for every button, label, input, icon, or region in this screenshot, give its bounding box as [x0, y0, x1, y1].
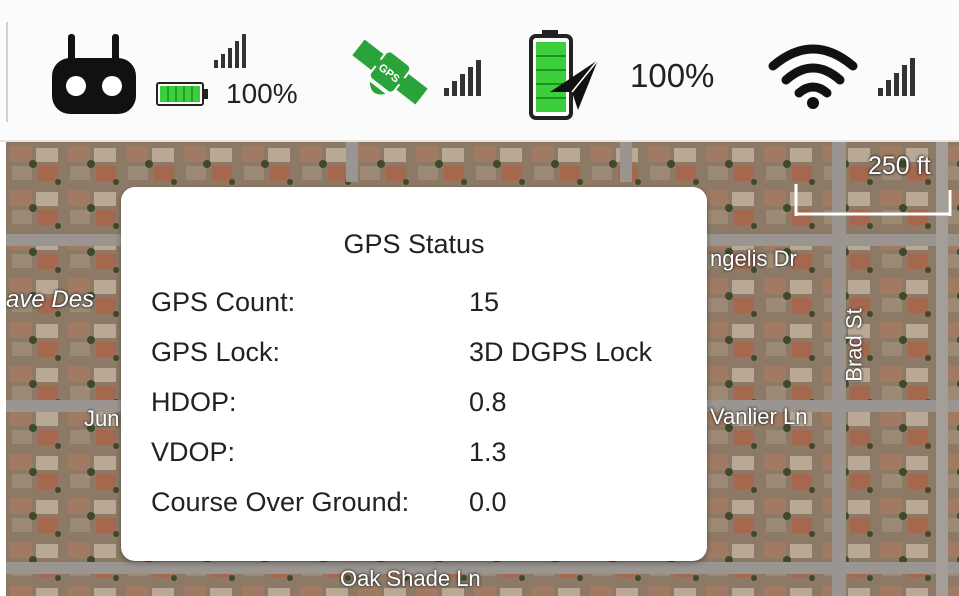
gps-signal-icon	[442, 60, 482, 96]
street-label-vanlier: Vanlier Ln	[710, 404, 808, 429]
course-over-ground-label: Course Over Ground:	[151, 487, 410, 517]
remote-controller-icon[interactable]	[48, 34, 140, 116]
status-bar: 100% GPS 100%	[0, 0, 959, 142]
gps-count-row: GPS Count: 15	[151, 287, 691, 327]
gps-lock-label: GPS Lock:	[151, 337, 281, 367]
gps-count-value: 15	[469, 287, 500, 317]
vdop-row: VDOP: 1.3	[151, 437, 691, 477]
hdop-label: HDOP:	[151, 387, 237, 417]
controller-battery-icon	[156, 82, 210, 106]
gps-lock-value: 3D DGPS Lock	[469, 337, 653, 367]
street-label-oak: Oak Shade Ln	[340, 566, 481, 591]
map-scale-label: 250 ft	[868, 152, 931, 180]
map-scale-bar	[794, 182, 954, 220]
hdop-row: HDOP: 0.8	[151, 387, 691, 427]
dialog-title: GPS Status	[343, 229, 485, 259]
street-label-brad: Brad St	[841, 308, 867, 382]
controller-signal-icon	[212, 34, 248, 68]
course-over-ground-value: 0.0	[469, 487, 507, 517]
street-label-cave: ave Des	[6, 286, 95, 313]
hdop-value: 0.8	[469, 387, 507, 417]
gps-lock-row: GPS Lock: 3D DGPS Lock	[151, 337, 691, 377]
course-over-ground-row: Course Over Ground: 0.0	[151, 487, 691, 527]
status-bar-divider	[6, 22, 8, 122]
controller-battery-percent: 100%	[226, 78, 298, 109]
wifi-icon[interactable]	[768, 44, 858, 110]
gps-status-dialog[interactable]: GPS Status GPS Count: 15 GPS Lock: 3D DG…	[121, 187, 707, 561]
aircraft-battery-percent: 100%	[630, 57, 715, 94]
aircraft-battery-icon[interactable]	[528, 30, 600, 120]
video-signal-icon	[876, 58, 916, 96]
gps-satellite-icon[interactable]: GPS	[344, 32, 436, 112]
street-label-angelis: ngelis Dr	[710, 246, 797, 271]
gps-count-label: GPS Count:	[151, 287, 296, 317]
street-label-jun: Jun	[84, 406, 120, 431]
vdop-value: 1.3	[469, 437, 507, 467]
vdop-label: VDOP:	[151, 437, 236, 467]
